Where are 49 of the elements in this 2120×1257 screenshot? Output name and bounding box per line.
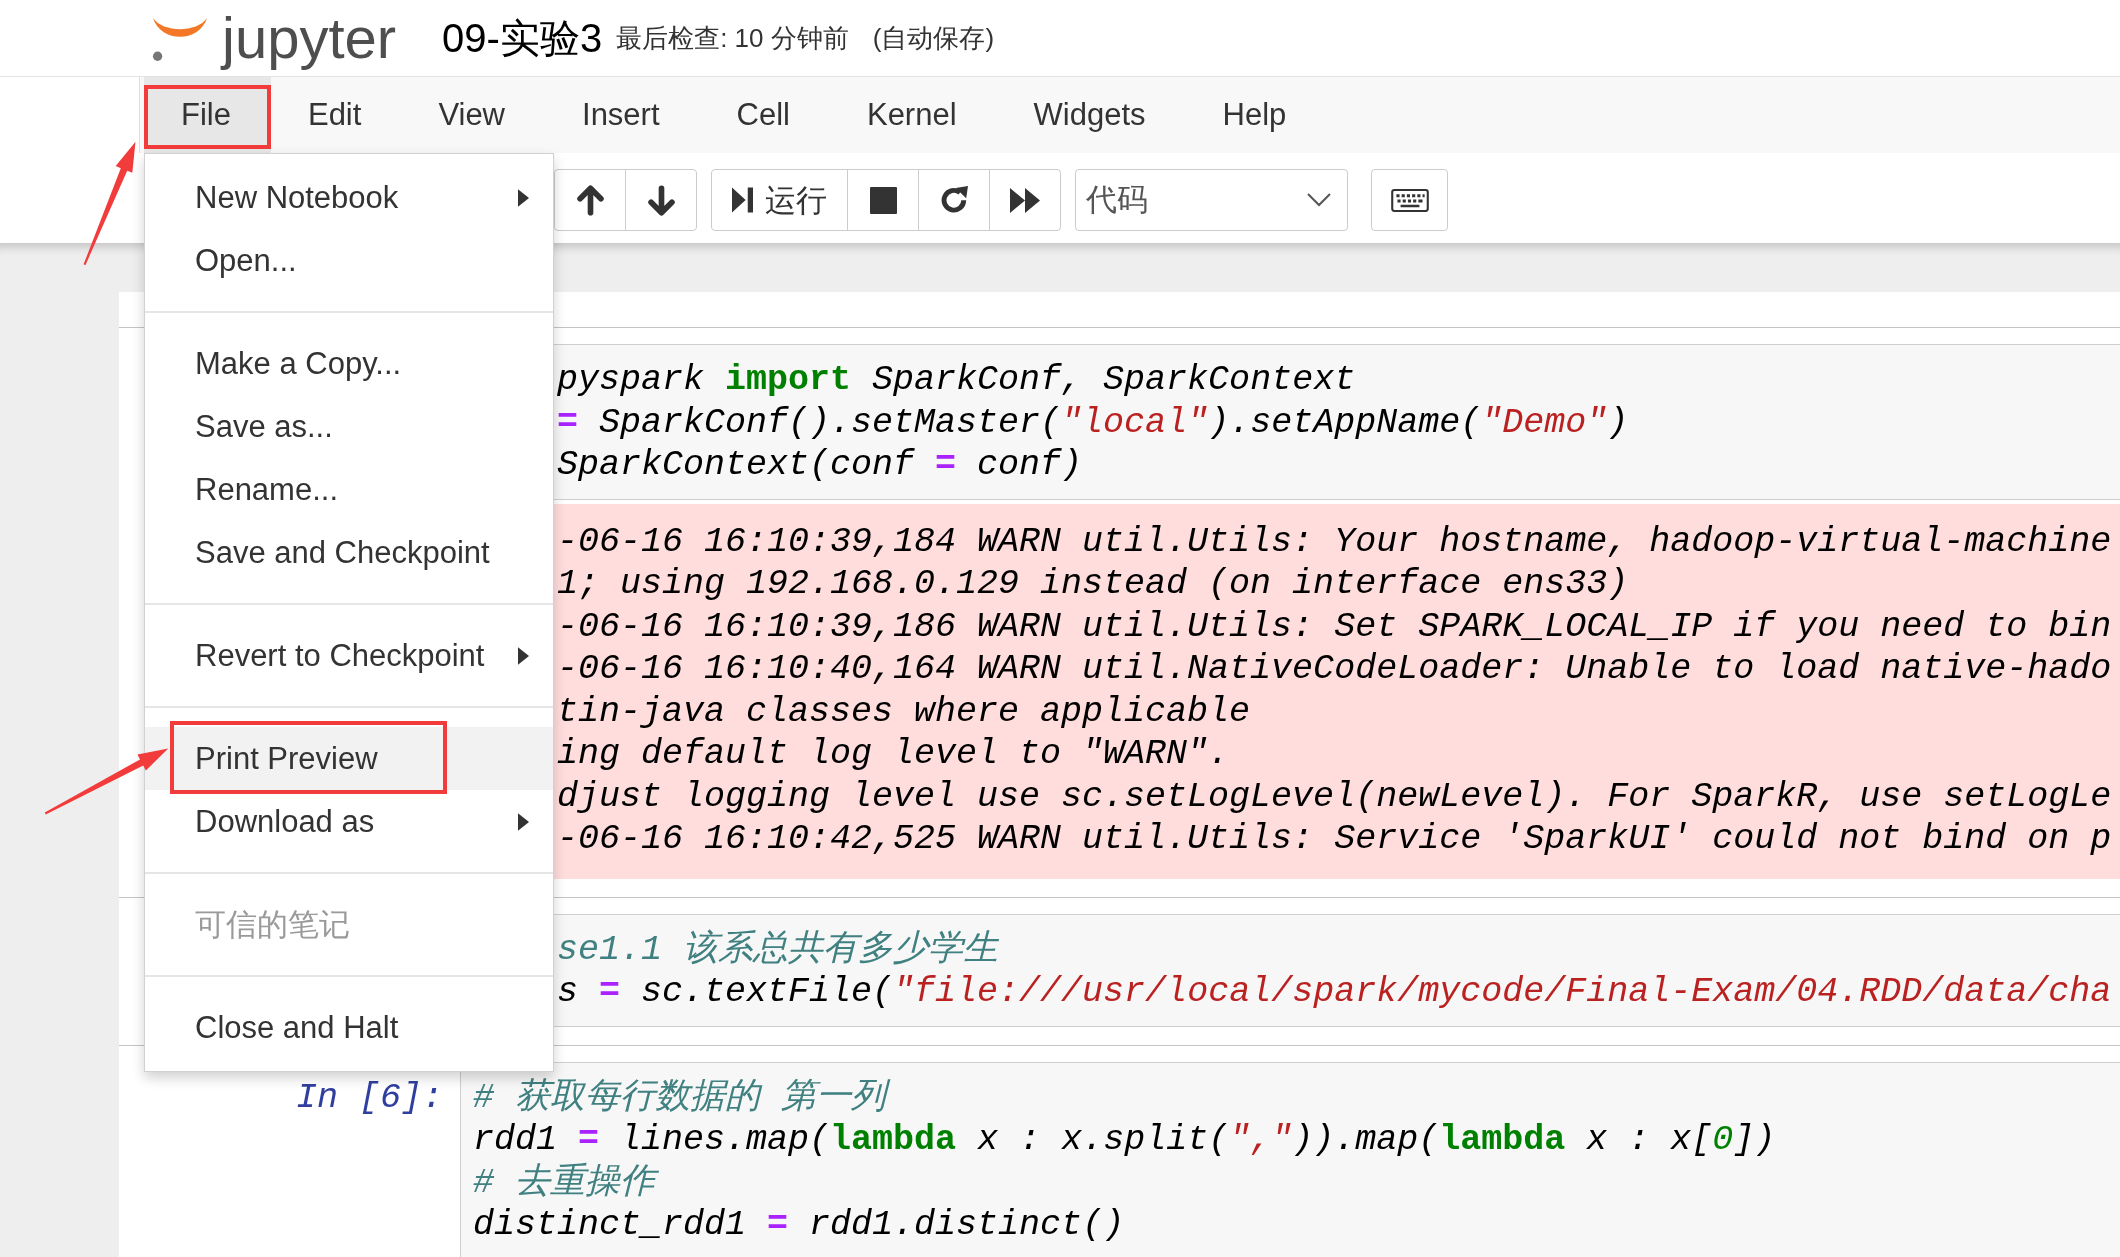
stop-button[interactable] <box>847 169 919 231</box>
code-line: distinct_rdd1 = rdd1.distinct() <box>473 1204 1126 1247</box>
menu-item[interactable]: Help <box>1185 77 1327 153</box>
code-line: se1.1 该系总共有多少学生 <box>556 928 1000 971</box>
autosave-status: (自动保存) <box>872 25 995 51</box>
code-input[interactable]: # 获取每行数据的 第一列 rdd1 = lines.map(lambda x : x.split(",")).map(lambda x : x[0]) # 去重操作 distinct_rdd1 = rdd1.distinct() <box>460 1061 2120 1257</box>
menu-entry[interactable]: Download as <box>145 790 553 853</box>
chevron-down-icon <box>1307 193 1331 207</box>
cell-type-select[interactable]: 代码 <box>1075 169 1348 231</box>
move-down-button[interactable] <box>625 169 697 231</box>
code-line: # 获取每行数据的 第一列 <box>473 1076 2120 1119</box>
cell-prompt: In [6]: <box>295 1076 443 1119</box>
keyboard-shortcuts-button[interactable] <box>1371 169 1448 231</box>
menu-entry[interactable]: Save and Checkpoint <box>145 521 553 584</box>
code-line: s = sc.textFile("file:///usr/local/spark/mycode/Final-Exam/04.RDD/data/cha <box>556 971 2113 1014</box>
restart-button[interactable] <box>918 169 990 231</box>
menu-item[interactable]: Kernel <box>829 77 997 153</box>
checkpoint-status: 最后检查: 10 分钟前 <box>616 25 849 51</box>
menu-entry[interactable]: Print Preview <box>145 727 553 790</box>
arrow-up-icon <box>576 184 604 216</box>
keyboard-icon <box>1390 188 1429 212</box>
refresh-icon <box>940 185 968 215</box>
code-line: rdd1 = lines.map(lambda x : x.split(",")).map(lambda x : x[0]) <box>473 1119 1777 1162</box>
arrow-down-icon <box>647 184 675 216</box>
move-up-button[interactable] <box>554 169 626 231</box>
code-line: # 去重操作 <box>473 1161 2120 1204</box>
run-button[interactable]: 运行 <box>711 169 848 231</box>
notebook-title[interactable]: 09-实验3 <box>442 18 603 58</box>
menu-item[interactable]: Widgets <box>996 77 1186 153</box>
menu-entry[interactable]: Revert to Checkpoint <box>145 624 553 687</box>
fast-forward-icon <box>1010 187 1040 213</box>
menu-item[interactable]: Cell <box>699 77 830 153</box>
menu-item[interactable]: View <box>401 77 545 153</box>
output-line: -06-16 16:10:42,525 WARN util.Utils: Service 'SparkUI' could not bind on p <box>556 818 2113 861</box>
output-line: 1; using 192.168.0.129 instead (on interface ens33) <box>556 563 1630 606</box>
menu-entry[interactable]: Open... <box>145 229 553 292</box>
menu-item[interactable]: Edit <box>270 77 402 153</box>
run-all-button[interactable] <box>989 169 1061 231</box>
code-line: pyspark import SparkConf, SparkContext <box>556 359 1357 402</box>
code-line: = SparkConf().setMaster("local").setAppName("Demo") <box>556 401 1630 444</box>
stop-icon <box>869 186 897 214</box>
menu-entry[interactable]: New Notebook <box>145 166 553 229</box>
output-line: tin-java classes where applicable <box>556 690 1252 733</box>
output-line: ing default log level to "WARN". <box>556 733 1231 776</box>
code-line: SparkContext(conf = conf) <box>556 444 1084 487</box>
output-line: -06-16 16:10:39,186 WARN util.Utils: Set SPARK_LOCAL_IP if you need to bin <box>556 605 2113 648</box>
output-line: djust logging level use sc.setLogLevel(newLevel). For SparkR, use setLogLe <box>556 775 2113 818</box>
menu-item[interactable]: Insert <box>545 77 700 153</box>
step-forward-icon <box>732 187 753 213</box>
